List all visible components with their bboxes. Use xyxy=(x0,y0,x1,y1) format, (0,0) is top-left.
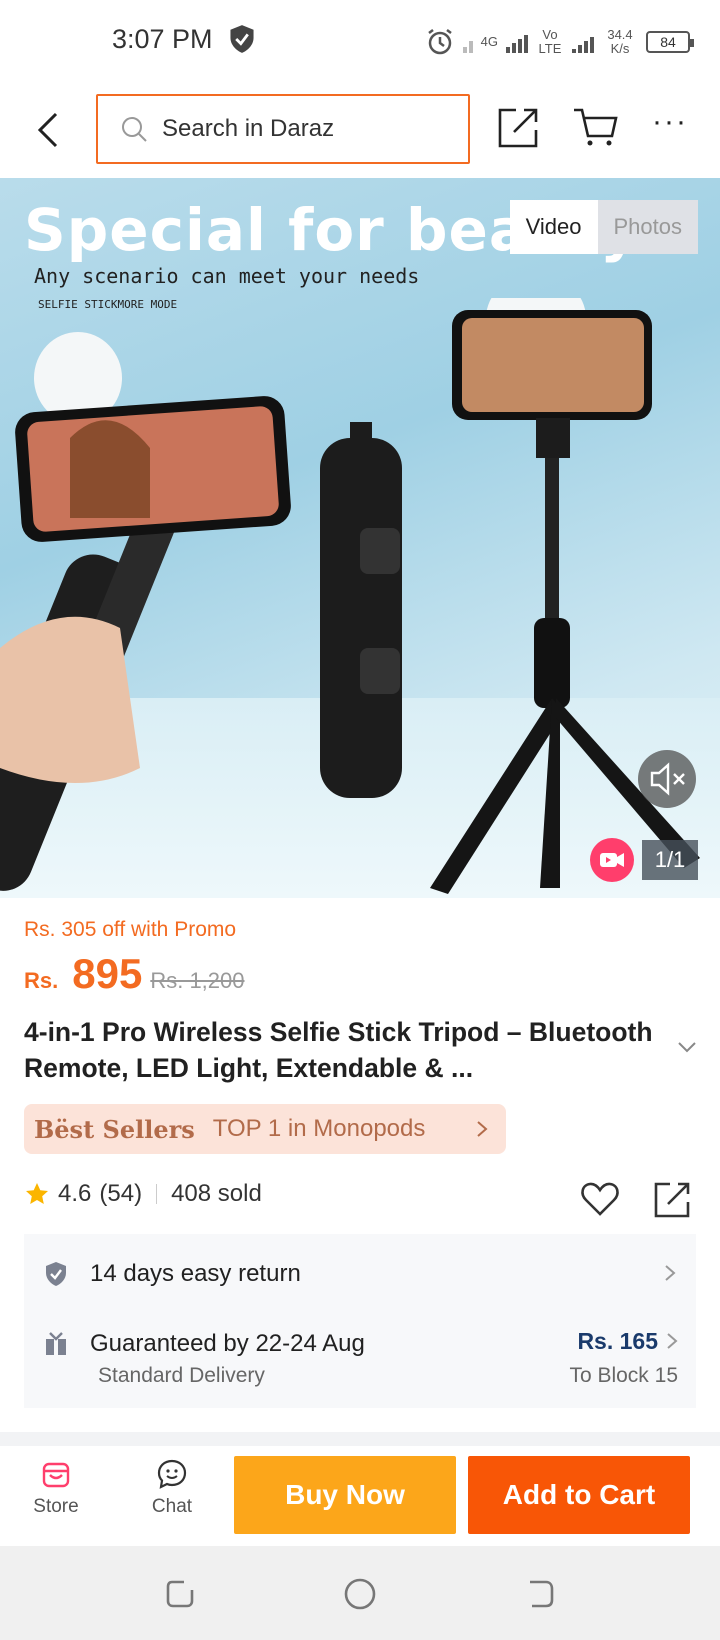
system-nav-bar xyxy=(0,1546,720,1640)
header: Search in Daraz ··· xyxy=(0,82,720,178)
buy-now-button[interactable]: Buy Now xyxy=(234,1456,456,1534)
battery-level: 84 xyxy=(660,34,676,50)
price-original: Rs. 1,200 xyxy=(150,968,245,993)
chevron-down-icon[interactable] xyxy=(676,1040,698,1054)
price-currency: Rs. xyxy=(24,968,59,993)
delivery-location: To Block 15 xyxy=(569,1364,678,1387)
network-speed: 34.4 K/s xyxy=(607,27,633,56)
network-4g: 4G xyxy=(480,34,498,49)
rating-divider xyxy=(156,1184,158,1204)
wishlist-heart-icon[interactable] xyxy=(580,1180,620,1218)
star-icon xyxy=(26,1183,48,1204)
bottom-action-bar: Store Chat Buy Now Add to Cart xyxy=(0,1446,720,1546)
rating-count: (54) xyxy=(99,1180,143,1207)
delivery-text: Guaranteed by 22-24 Aug xyxy=(90,1330,365,1357)
cart-icon[interactable] xyxy=(572,104,618,148)
video-camera-icon xyxy=(600,853,624,867)
store-label: Store xyxy=(33,1496,79,1517)
signal-bars-2-icon xyxy=(572,31,594,53)
product-illustration xyxy=(0,298,700,894)
return-text: 14 days easy return xyxy=(90,1260,301,1287)
search-placeholder: Search in Daraz xyxy=(162,115,335,142)
media-tabs: Video Photos xyxy=(509,200,698,254)
shield-check-icon xyxy=(46,1262,66,1286)
back-icon[interactable] xyxy=(522,1576,558,1612)
chat-button[interactable]: Chat xyxy=(132,1458,212,1518)
volte-label: Vo LTE xyxy=(538,27,562,56)
add-to-cart-button[interactable]: Add to Cart xyxy=(468,1456,690,1534)
signal-bars-icon xyxy=(506,31,528,53)
chevron-right-icon xyxy=(477,1121,488,1137)
alarm-icon xyxy=(427,29,452,55)
home-icon[interactable] xyxy=(342,1576,378,1612)
store-button[interactable]: Store xyxy=(16,1458,96,1518)
product-title[interactable]: 4-in-1 Pro Wireless Selfie Stick Tripod … xyxy=(24,1014,664,1086)
promo-subtitle: Any scenario can meet your needs xyxy=(34,264,420,288)
delivery-box-icon xyxy=(46,1332,66,1355)
recent-apps-icon[interactable] xyxy=(162,1576,198,1612)
status-indicators: 4G Vo LTE 34.4 K/s 84 xyxy=(425,22,694,62)
chevron-right-icon[interactable] xyxy=(666,1332,678,1350)
tab-video[interactable]: Video xyxy=(509,200,598,254)
delivery-fee: Rs. 165 xyxy=(577,1328,658,1354)
bestseller-badge: Bëst Sellers xyxy=(34,1114,195,1144)
back-arrow-icon[interactable] xyxy=(30,108,66,152)
sold-count: 408 sold xyxy=(171,1180,262,1207)
bestseller-banner[interactable]: Bëst Sellers TOP 1 in Monopods xyxy=(24,1104,506,1154)
price-row: Rs. 895 Rs. 1,200 xyxy=(24,950,245,998)
service-box: 14 days easy return Guaranteed by 22-24 … xyxy=(24,1234,696,1408)
delivery-type: Standard Delivery xyxy=(98,1364,265,1387)
media-counter: 1/1 xyxy=(642,840,698,880)
product-media[interactable]: Special for beauty Any scenario can meet… xyxy=(0,178,720,898)
bestseller-text: TOP 1 in Monopods xyxy=(212,1115,426,1142)
mute-icon xyxy=(650,762,685,796)
section-divider xyxy=(0,1432,720,1446)
price-current: 895 xyxy=(72,950,143,997)
search-icon xyxy=(122,117,147,142)
chat-label: Chat xyxy=(151,1496,193,1517)
rating-row[interactable]: 4.6 (54) 408 sold xyxy=(24,1180,262,1208)
rating-score: 4.6 xyxy=(58,1180,92,1207)
status-time: 3:07 PM xyxy=(112,24,213,54)
signal-icon xyxy=(462,31,473,53)
shield-icon xyxy=(230,25,254,53)
share-icon[interactable] xyxy=(496,106,540,150)
chevron-right-icon xyxy=(665,1265,676,1281)
battery-icon: 84 xyxy=(646,31,694,53)
return-policy-row[interactable]: 14 days easy return xyxy=(44,1256,684,1292)
more-options-icon[interactable]: ··· xyxy=(652,107,692,150)
video-badge-icon[interactable] xyxy=(590,838,634,882)
share-product-icon[interactable] xyxy=(652,1180,692,1220)
status-bar: 3:07 PM 4G Vo LTE 34.4 K/s 84 xyxy=(0,0,720,82)
search-input[interactable]: Search in Daraz xyxy=(96,94,470,164)
mute-button[interactable] xyxy=(638,750,696,808)
tab-photos[interactable]: Photos xyxy=(597,200,698,254)
store-icon xyxy=(42,1462,70,1488)
promo-text: Rs. 305 off with Promo xyxy=(24,918,237,941)
chat-icon xyxy=(157,1459,187,1489)
